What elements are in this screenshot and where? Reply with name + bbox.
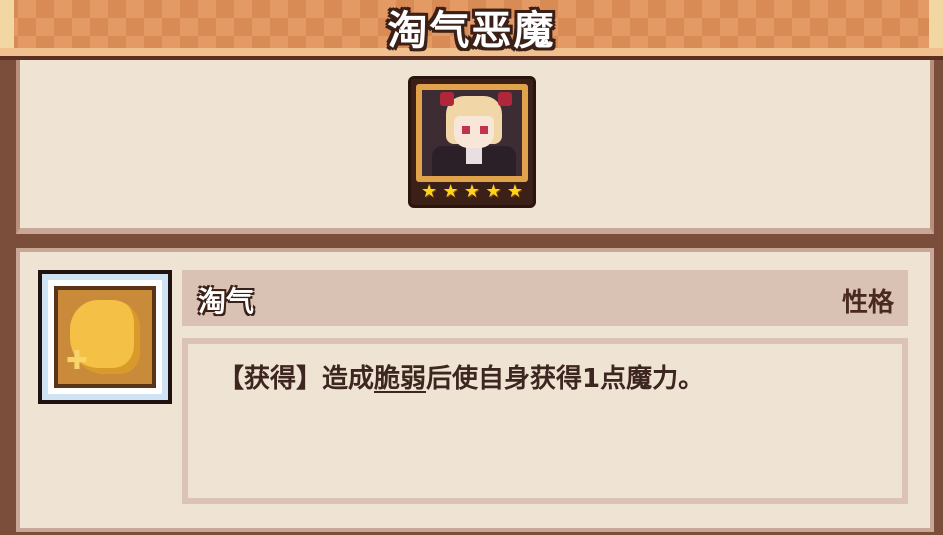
star-icon: ★ — [506, 181, 523, 202]
demon-girl-portrait-icon — [422, 90, 522, 176]
star-icon: ★ — [442, 181, 459, 202]
star-rating: ★ ★ ★ ★ ★ — [421, 183, 523, 201]
portrait-horn-left — [440, 92, 454, 106]
portrait-eye-right — [480, 126, 488, 134]
trait-description-box: 【获得】造成脆弱后使自身获得1点魔力。 — [182, 338, 908, 504]
trait-type-label: 性格 — [841, 288, 894, 318]
skill-glyph-icon — [66, 300, 140, 376]
star-icon: ★ — [463, 181, 481, 202]
gold-skill-icon — [54, 286, 156, 388]
trait-description: 【获得】造成脆弱后使自身获得1点魔力。 — [218, 358, 704, 395]
trait-panel: 淘气 性格 【获得】造成脆弱后使自身获得1点魔力。 — [16, 248, 934, 532]
description-prefix: 【获得】造成 — [218, 364, 375, 394]
character-panel: ★ ★ ★ ★ ★ — [16, 60, 934, 234]
trait-header: 淘气 性格 — [182, 270, 908, 326]
portrait-face — [454, 116, 494, 148]
star-icon: ★ — [421, 181, 438, 202]
portrait-eye-left — [462, 126, 470, 134]
portrait-horn-right — [498, 92, 512, 106]
description-suffix: 后使自身获得1点魔力。 — [426, 364, 705, 394]
keyword-link[interactable]: 脆弱 — [374, 364, 426, 394]
trait-name: 淘气 — [198, 285, 255, 318]
character-portrait[interactable]: ★ ★ ★ ★ ★ — [408, 76, 536, 208]
portrait-inner-frame — [416, 84, 528, 182]
portrait-collar — [466, 146, 482, 164]
page-title: 淘气恶魔 — [387, 8, 556, 54]
star-icon: ★ — [485, 181, 502, 202]
trait-icon-frame[interactable] — [38, 270, 172, 404]
